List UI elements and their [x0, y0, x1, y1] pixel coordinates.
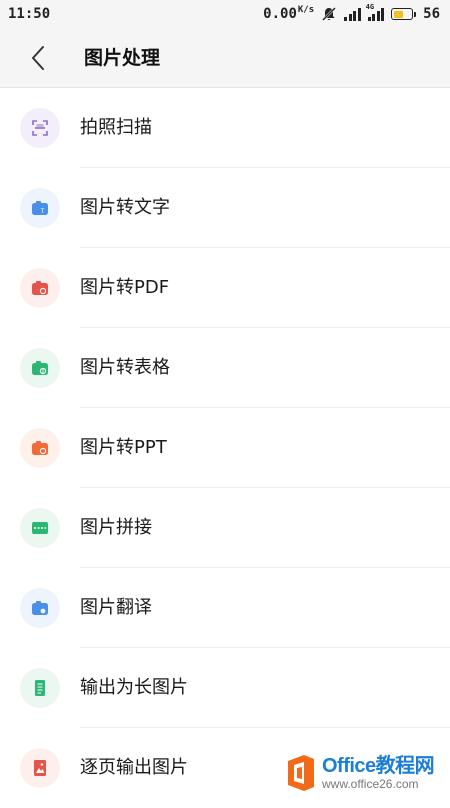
- net-speed-value: 0.00: [263, 6, 297, 22]
- list-item-label: 图片转PDF: [80, 277, 170, 298]
- list-item[interactable]: 图片翻译: [0, 568, 450, 648]
- net-speed: 0.00 K/s: [263, 5, 315, 23]
- chevron-left-icon: [32, 46, 44, 70]
- status-bar: 11:50 0.00 K/s 4G 56: [0, 0, 450, 28]
- image-to-ppt-icon: [20, 428, 60, 468]
- svg-text:T: T: [40, 208, 45, 215]
- page-image-icon: [20, 748, 60, 788]
- watermark-url: www.office26.com: [322, 777, 419, 791]
- image-stitch-icon: [20, 508, 60, 548]
- image-to-text-icon: T: [20, 188, 60, 228]
- status-time: 11:50: [8, 6, 51, 22]
- list-item[interactable]: T 图片转文字: [0, 168, 450, 248]
- page-title: 图片处理: [84, 47, 161, 69]
- feature-list: 拍照扫描 T 图片转文字图片转PDF 图片转表格图片转PPT 图片拼接图片翻译输出为长图…: [0, 88, 450, 808]
- list-item-label: 图片转PPT: [80, 437, 167, 458]
- image-to-pdf-icon: [20, 268, 60, 308]
- battery-level: 56: [423, 6, 440, 22]
- list-item-label: 输出为长图片: [80, 677, 188, 698]
- office-logo-icon: [288, 755, 314, 791]
- list-item-label: 图片转文字: [80, 197, 170, 218]
- signal-icon-1: [344, 7, 361, 21]
- list-item[interactable]: 输出为长图片: [0, 648, 450, 728]
- scan-icon: [20, 108, 60, 148]
- list-item-label: 拍照扫描: [80, 117, 152, 138]
- back-button[interactable]: [22, 42, 54, 74]
- list-item[interactable]: 图片拼接: [0, 488, 450, 568]
- app-header: 图片处理: [0, 28, 450, 88]
- list-item-label: 图片翻译: [80, 597, 152, 618]
- watermark-brand: Office教程网: [322, 755, 435, 777]
- list-item[interactable]: 图片转PDF: [0, 248, 450, 328]
- image-to-table-icon: [20, 348, 60, 388]
- list-item-label: 图片转表格: [80, 357, 170, 378]
- list-item[interactable]: 图片转表格: [0, 328, 450, 408]
- image-translate-icon: [20, 588, 60, 628]
- list-item-label: 图片拼接: [80, 517, 152, 538]
- status-icons: 0.00 K/s 4G 56: [263, 3, 440, 23]
- signal-icon-4g: 4G: [366, 3, 385, 21]
- battery-icon: [391, 8, 417, 20]
- long-image-icon: [20, 668, 60, 708]
- watermark: Office教程网 www.office26.com: [284, 752, 444, 794]
- list-item-label: 逐页输出图片: [80, 757, 188, 778]
- list-item[interactable]: 图片转PPT: [0, 408, 450, 488]
- bell-muted-icon: [322, 7, 337, 21]
- network-type: 4G: [365, 2, 375, 11]
- list-item[interactable]: 拍照扫描: [0, 88, 450, 168]
- net-speed-unit: K/s: [297, 5, 315, 15]
